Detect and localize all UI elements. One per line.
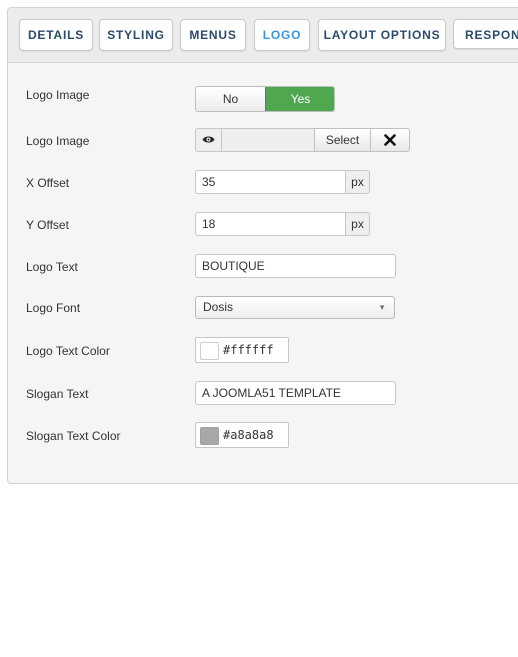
color-swatch[interactable]: [200, 342, 219, 360]
tab-responsive[interactable]: RESPONSI: [453, 19, 518, 49]
tab-layout-options[interactable]: LAYOUT OPTIONS: [318, 19, 446, 51]
clear-button[interactable]: [370, 128, 410, 152]
logo-image-toggle: No Yes: [195, 86, 335, 112]
logo-image-media-label: Logo Image: [26, 134, 90, 148]
slogan-text-color-picker[interactable]: #a8a8a8: [195, 422, 289, 448]
color-swatch[interactable]: [200, 427, 219, 445]
logo-text-label: Logo Text: [26, 260, 78, 274]
x-offset-label: X Offset: [26, 176, 70, 190]
x-offset-unit: px: [345, 170, 370, 194]
settings-panel: DETAILS STYLING MENUS LOGO LAYOUT OPTION…: [7, 7, 518, 484]
tab-menus[interactable]: MENUS: [180, 19, 246, 51]
slogan-text-color-value: #a8a8a8: [223, 428, 274, 442]
preview-button[interactable]: [195, 128, 222, 152]
y-offset-unit: px: [345, 212, 370, 236]
logo-text-input[interactable]: BOUTIQUE: [195, 254, 396, 278]
tab-details[interactable]: DETAILS: [19, 19, 93, 51]
tab-logo[interactable]: LOGO: [254, 19, 310, 51]
tab-styling[interactable]: STYLING: [99, 19, 173, 51]
slogan-text-color-label: Slogan Text Color: [26, 429, 121, 443]
logo-image-toggle-label: Logo Image: [26, 88, 90, 102]
close-icon: [384, 134, 396, 146]
tab-bar: DETAILS STYLING MENUS LOGO LAYOUT OPTION…: [8, 8, 518, 63]
slogan-text-label: Slogan Text: [26, 387, 89, 401]
select-button[interactable]: Select: [314, 128, 371, 152]
y-offset-input[interactable]: 18: [195, 212, 346, 236]
chevron-down-icon: ▼: [378, 303, 386, 312]
toggle-no-option[interactable]: No: [196, 87, 265, 111]
logo-image-path-field[interactable]: [221, 128, 315, 152]
logo-font-value: Dosis: [203, 300, 234, 314]
slogan-text-input[interactable]: A JOOMLA51 TEMPLATE: [195, 381, 396, 405]
logo-text-color-picker[interactable]: #ffffff: [195, 337, 289, 363]
x-offset-input[interactable]: 35: [195, 170, 346, 194]
logo-font-label: Logo Font: [26, 301, 81, 315]
y-offset-label: Y Offset: [26, 218, 69, 232]
logo-text-color-label: Logo Text Color: [26, 344, 110, 358]
toggle-yes-option[interactable]: Yes: [265, 87, 334, 111]
eye-icon: [202, 135, 215, 144]
logo-font-select[interactable]: Dosis ▼: [195, 296, 395, 319]
logo-text-color-value: #ffffff: [223, 343, 274, 357]
